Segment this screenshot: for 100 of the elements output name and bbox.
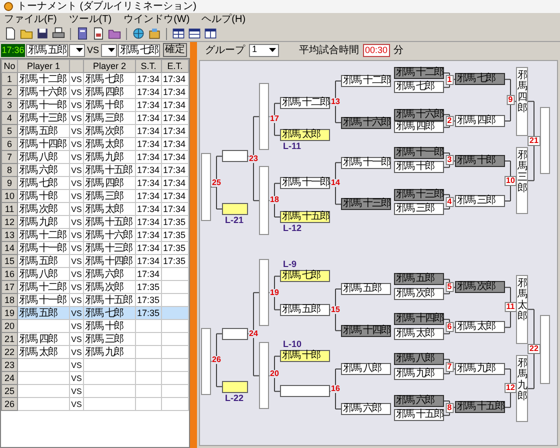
table-cell: 邪馬 太郎 (19, 346, 57, 358)
row-number[interactable]: 12 (2, 216, 18, 228)
row-number[interactable]: 15 (2, 254, 18, 268)
table-row[interactable]: 24 VS (2, 372, 188, 384)
player-slot: 邪馬 八郎 (394, 353, 444, 366)
row-number[interactable]: 5 (2, 124, 18, 138)
dropdown[interactable] (101, 44, 118, 56)
row-number[interactable]: 2 (2, 86, 18, 98)
row-number[interactable]: 24 (2, 372, 18, 384)
row-number[interactable]: 17 (2, 280, 18, 294)
row-number[interactable]: 1 (2, 72, 18, 86)
table-row[interactable]: 8 邪馬 六郎 VS 邪馬 十五郎 17:34 17:34 (2, 164, 188, 176)
dropdown[interactable] (69, 44, 85, 56)
row-number[interactable]: 26 (2, 398, 18, 410)
menu-item[interactable]: ファイル(F) (4, 13, 57, 26)
match-number: 12 (504, 383, 517, 394)
table-row[interactable]: 18 邪馬 十一郎 VS 邪馬 十五郎 17:35 (2, 294, 188, 306)
table-row[interactable]: 6 邪馬 十四郎 VS 邪馬 太郎 17:34 17:34 (2, 138, 188, 150)
row-number[interactable]: 20 (2, 320, 18, 332)
column-header[interactable]: No (2, 60, 18, 72)
table-row[interactable]: 23 VS (2, 358, 188, 372)
table-cell: VS (71, 322, 82, 330)
table-row[interactable]: 22 邪馬 太郎 VS 邪馬 九郎 (2, 346, 188, 358)
row-number[interactable]: 9 (2, 176, 18, 190)
table-row[interactable]: 9 邪馬 七郎 VS 邪馬 四郎 17:34 17:34 (2, 176, 188, 190)
window-columns-icon[interactable] (204, 27, 217, 40)
row-number[interactable]: 13 (2, 228, 18, 242)
notebook-icon[interactable] (76, 27, 89, 40)
table-row[interactable]: 15 邪馬 五郎 VS 邪馬 十四郎 17:34 17:35 (2, 254, 188, 268)
row-number[interactable]: 14 (2, 242, 18, 254)
table-row[interactable]: 26 VS (2, 398, 188, 410)
table-row[interactable]: 1 邪馬 十二郎 VS 邪馬 七郎 17:34 17:34 (2, 72, 188, 86)
row-number[interactable]: 18 (2, 294, 18, 306)
loser-label: L-10 (283, 340, 302, 350)
table-row[interactable]: 14 邪馬 十一郎 VS 邪馬 十三郎 17:34 17:35 (2, 242, 188, 254)
table-row[interactable]: 16 邪馬 八郎 VS 邪馬 六郎 17:34 (2, 268, 188, 280)
table-cell: 17:34 (137, 230, 160, 240)
empty-slot (540, 107, 550, 174)
table-row[interactable]: 17 邪馬 十二郎 VS 邪馬 次郎 17:35 (2, 280, 188, 294)
document-icon[interactable] (92, 27, 105, 40)
time-field[interactable]: 00:30 (363, 44, 390, 56)
match-number: 14 (330, 179, 341, 188)
table-cell: 邪馬 十二郎 (19, 282, 66, 292)
table-row[interactable]: 20 VS 邪馬 十郎 (2, 320, 188, 332)
globe-icon[interactable] (132, 27, 145, 40)
table-row[interactable]: 2 邪馬 十六郎 VS 邪馬 四郎 17:34 17:34 (2, 86, 188, 98)
group-select[interactable]: 1 (249, 44, 279, 56)
table-cell: VS (71, 126, 82, 136)
empty-slot (259, 342, 269, 410)
table-row[interactable]: 3 邪馬 十一郎 VS 邪馬 十郎 17:34 17:34 (2, 98, 188, 112)
menu-item[interactable]: ウインドウ(W) (124, 13, 190, 26)
column-header[interactable]: Player 1 (18, 60, 70, 72)
row-number[interactable]: 25 (2, 384, 18, 398)
new-document-icon[interactable] (4, 27, 17, 40)
printer-icon[interactable] (52, 27, 65, 40)
row-number[interactable]: 8 (2, 164, 18, 176)
column-header[interactable]: Player 2 (84, 60, 136, 72)
column-header[interactable]: S.T. (136, 60, 162, 72)
table-cell: 邪馬 七郎 (85, 308, 123, 318)
menu-item[interactable]: ツール(T) (68, 13, 112, 26)
row-number[interactable]: 4 (2, 112, 18, 124)
bracket-connector (210, 333, 222, 388)
empty-slot (222, 203, 248, 215)
box-icon[interactable] (148, 27, 161, 40)
table-cell: 17:34 (163, 178, 186, 188)
match-number: 22 (528, 344, 540, 354)
table-row[interactable]: 25 VS (2, 384, 188, 398)
empty-slot (259, 83, 269, 150)
table-row[interactable]: 13 邪馬 十二郎 VS 邪馬 十六郎 17:34 17:35 (2, 228, 188, 242)
row-number[interactable]: 22 (2, 346, 18, 358)
table-row[interactable]: 19 邪馬 五郎 VS 邪馬 七郎 17:35 (2, 306, 188, 320)
row-number[interactable]: 21 (2, 332, 18, 346)
table-cell: 17:34 (137, 216, 160, 226)
table-row[interactable]: 5 邪馬 五郎 VS 邪馬 次郎 17:34 17:34 (2, 124, 188, 138)
row-number[interactable]: 10 (2, 190, 18, 202)
row-number[interactable]: 16 (2, 268, 18, 280)
table-row[interactable]: 21 邪馬 四郎 VS 邪馬 三郎 (2, 332, 188, 346)
table-cell: 17:34 (163, 204, 186, 214)
table-cell: 17:34 (163, 126, 186, 136)
folder-icon[interactable] (108, 27, 121, 40)
window-rows-icon[interactable] (188, 27, 201, 40)
table-row[interactable]: 11 邪馬 次郎 VS 邪馬 太郎 17:34 17:34 (2, 202, 188, 216)
folder-icon[interactable] (20, 27, 33, 40)
table-cell: 邪馬 六郎 (19, 164, 57, 176)
row-number[interactable]: 11 (2, 202, 18, 216)
window-grid-icon[interactable] (172, 27, 185, 40)
row-number[interactable]: 6 (2, 138, 18, 150)
table-cell: 17:34 (137, 242, 160, 252)
table-row[interactable]: 4 邪馬 十三郎 VS 邪馬 三郎 17:34 17:34 (2, 112, 188, 124)
table-cell: 邪馬 十一郎 (19, 100, 66, 110)
table-row[interactable]: 10 邪馬 十郎 VS 邪馬 三郎 17:34 17:34 (2, 190, 188, 202)
confirm-button[interactable]: 確定 (163, 43, 188, 57)
table-row[interactable]: 12 邪馬 九郎 VS 邪馬 十五郎 17:34 17:35 (2, 216, 188, 228)
row-number[interactable]: 23 (2, 358, 18, 372)
table-row[interactable]: 7 邪馬 八郎 VS 邪馬 九郎 17:34 17:34 (2, 150, 188, 164)
menu-item[interactable]: ヘルプ(H) (202, 13, 246, 26)
row-number[interactable]: 7 (2, 150, 18, 164)
row-number[interactable]: 19 (2, 306, 18, 320)
column-header[interactable]: E.T. (162, 60, 188, 72)
row-number[interactable]: 3 (2, 98, 18, 112)
